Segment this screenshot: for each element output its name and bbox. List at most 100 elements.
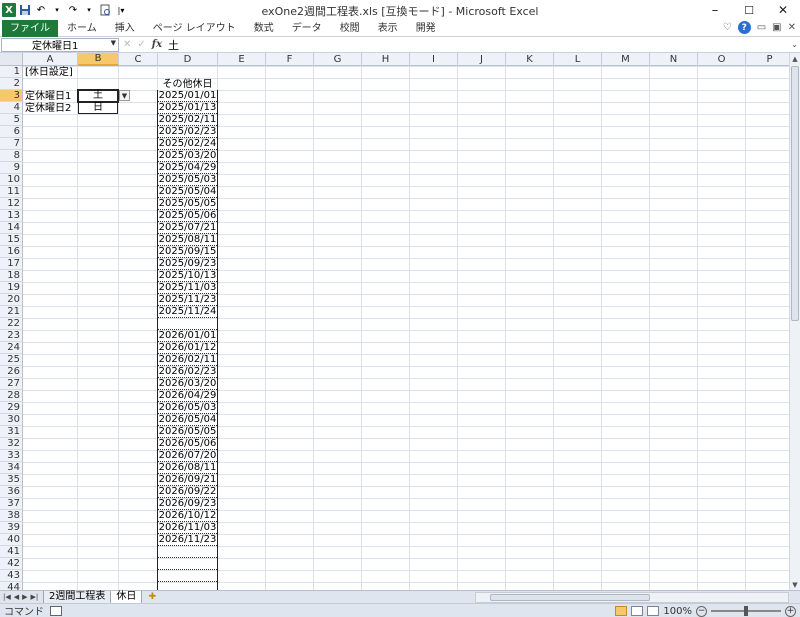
select-all-corner[interactable] [0, 53, 23, 66]
row-header-42[interactable]: 42 [0, 558, 23, 570]
row-header-1[interactable]: 1 [0, 66, 23, 78]
holiday-cell[interactable]: 2025/07/21 [158, 222, 217, 234]
row-header-33[interactable]: 33 [0, 450, 23, 462]
holiday-cell[interactable]: 2025/01/13 [158, 102, 217, 114]
row-header-36[interactable]: 36 [0, 486, 23, 498]
row-header-13[interactable]: 13 [0, 210, 23, 222]
row-header-34[interactable]: 34 [0, 462, 23, 474]
zoom-level[interactable]: 100% [663, 606, 692, 617]
column-header-h[interactable]: H [362, 53, 410, 66]
holiday-cell[interactable]: 2026/09/23 [158, 498, 217, 510]
holiday-cell[interactable]: 2025/05/03 [158, 174, 217, 186]
zoom-slider-knob[interactable] [744, 606, 748, 616]
row-header-6[interactable]: 6 [0, 126, 23, 138]
holiday-cell[interactable]: 2026/02/11 [158, 354, 217, 366]
row-header-23[interactable]: 23 [0, 330, 23, 342]
holiday-cell[interactable]: 2026/11/23 [158, 534, 217, 546]
holiday-cell[interactable]: 2025/01/01 [158, 90, 217, 102]
column-header-l[interactable]: L [554, 53, 602, 66]
macro-record-icon[interactable] [50, 605, 62, 616]
holiday-cell-empty[interactable] [158, 546, 217, 558]
holiday-cell[interactable]: 2026/08/11 [158, 462, 217, 474]
column-header-i[interactable]: I [410, 53, 458, 66]
enter-icon[interactable]: ✓ [137, 39, 145, 50]
row-header-17[interactable]: 17 [0, 258, 23, 270]
holiday-cell[interactable]: 2026/01/01 [158, 330, 217, 342]
holiday-cell[interactable]: 2025/05/04 [158, 186, 217, 198]
holiday-cell[interactable]: 2025/09/15 [158, 246, 217, 258]
holiday-cell-empty[interactable] [158, 582, 217, 590]
holiday-cell[interactable]: 2026/05/05 [158, 426, 217, 438]
chevron-down-icon[interactable]: ▼ [111, 39, 116, 47]
column-header-b[interactable]: B [78, 53, 119, 66]
holiday-cell[interactable]: 2025/10/13 [158, 270, 217, 282]
holiday-cell[interactable]: 2026/05/04 [158, 414, 217, 426]
holiday-cell[interactable]: 2026/01/12 [158, 342, 217, 354]
ribbon-minimize-icon[interactable]: ♡ [723, 22, 732, 33]
holiday-cell[interactable]: 2026/11/03 [158, 522, 217, 534]
row-header-11[interactable]: 11 [0, 186, 23, 198]
tab-review[interactable]: 校閲 [331, 20, 369, 37]
holiday-cell[interactable]: 2025/11/23 [158, 294, 217, 306]
holiday-cell[interactable]: 2025/04/29 [158, 162, 217, 174]
first-sheet-icon[interactable]: |◀ [3, 593, 11, 601]
redo-icon[interactable]: ↷ [66, 3, 80, 17]
last-sheet-icon[interactable]: ▶| [31, 593, 39, 601]
holiday-cell[interactable]: 2026/02/23 [158, 366, 217, 378]
help-icon[interactable]: ? [737, 21, 751, 34]
expand-formula-bar-icon[interactable]: ⌄ [791, 40, 798, 49]
holiday-cell[interactable]: 2026/05/03 [158, 402, 217, 414]
row-header-29[interactable]: 29 [0, 402, 23, 414]
row-header-41[interactable]: 41 [0, 546, 23, 558]
tab-formulas[interactable]: 数式 [245, 20, 283, 37]
holiday-cell[interactable]: 2025/11/24 [158, 306, 217, 318]
zoom-in-button[interactable]: + [785, 605, 796, 617]
row-header-40[interactable]: 40 [0, 534, 23, 546]
row-header-43[interactable]: 43 [0, 570, 23, 582]
row-header-44[interactable]: 44 [0, 582, 23, 590]
column-header-k[interactable]: K [506, 53, 554, 66]
cancel-icon[interactable]: ✕ [123, 39, 131, 50]
cell-a1[interactable]: [休日設定] [25, 67, 73, 79]
row-header-30[interactable]: 30 [0, 414, 23, 426]
holiday-cell[interactable]: 2026/10/12 [158, 510, 217, 522]
holiday-cell[interactable]: 2026/09/22 [158, 486, 217, 498]
row-header-21[interactable]: 21 [0, 306, 23, 318]
insert-function-button[interactable]: fx [152, 39, 162, 50]
column-header-p[interactable]: P [746, 53, 789, 66]
column-header-c[interactable]: C [119, 53, 158, 66]
scroll-down-icon[interactable]: ▼ [790, 579, 800, 590]
tab-home[interactable]: ホーム [58, 20, 106, 37]
holiday-cell[interactable]: 2025/02/23 [158, 126, 217, 138]
chevron-down-icon[interactable]: ▾ [82, 3, 96, 17]
column-header-a[interactable]: A [23, 53, 78, 66]
maximize-button[interactable]: ☐ [732, 0, 766, 20]
workbook-close-icon[interactable]: ✕ [788, 22, 796, 33]
tab-view[interactable]: 表示 [369, 20, 407, 37]
row-header-22[interactable]: 22 [0, 318, 23, 330]
next-sheet-icon[interactable]: ▶ [22, 593, 27, 601]
tab-insert[interactable]: 挿入 [106, 20, 144, 37]
row-header-19[interactable]: 19 [0, 282, 23, 294]
column-header-o[interactable]: O [698, 53, 746, 66]
holiday-cell[interactable]: 2025/09/23 [158, 258, 217, 270]
row-header-16[interactable]: 16 [0, 246, 23, 258]
holiday-cell[interactable]: 2026/05/06 [158, 438, 217, 450]
row-header-26[interactable]: 26 [0, 366, 23, 378]
sheet-tab-schedule[interactable]: 2週間工程表 [43, 590, 112, 604]
customize-qat-icon[interactable]: |▾ [114, 3, 128, 17]
row-header-31[interactable]: 31 [0, 426, 23, 438]
zoom-slider[interactable] [711, 606, 781, 616]
save-icon[interactable] [18, 3, 32, 17]
tab-file[interactable]: ファイル [2, 19, 58, 37]
worksheet-grid[interactable]: ABCDEFGHIJKLMNOP 1 2 3 4 5 6 7 8 9 10 11 12 13 14 15 16… [0, 53, 789, 590]
row-header-39[interactable]: 39 [0, 522, 23, 534]
row-header-10[interactable]: 10 [0, 174, 23, 186]
holiday-cell[interactable]: 2025/11/03 [158, 282, 217, 294]
row-header-24[interactable]: 24 [0, 342, 23, 354]
row-header-8[interactable]: 8 [0, 150, 23, 162]
print-preview-icon[interactable] [98, 3, 112, 17]
column-header-m[interactable]: M [602, 53, 650, 66]
zoom-out-button[interactable]: − [696, 605, 707, 617]
column-header-f[interactable]: F [266, 53, 314, 66]
